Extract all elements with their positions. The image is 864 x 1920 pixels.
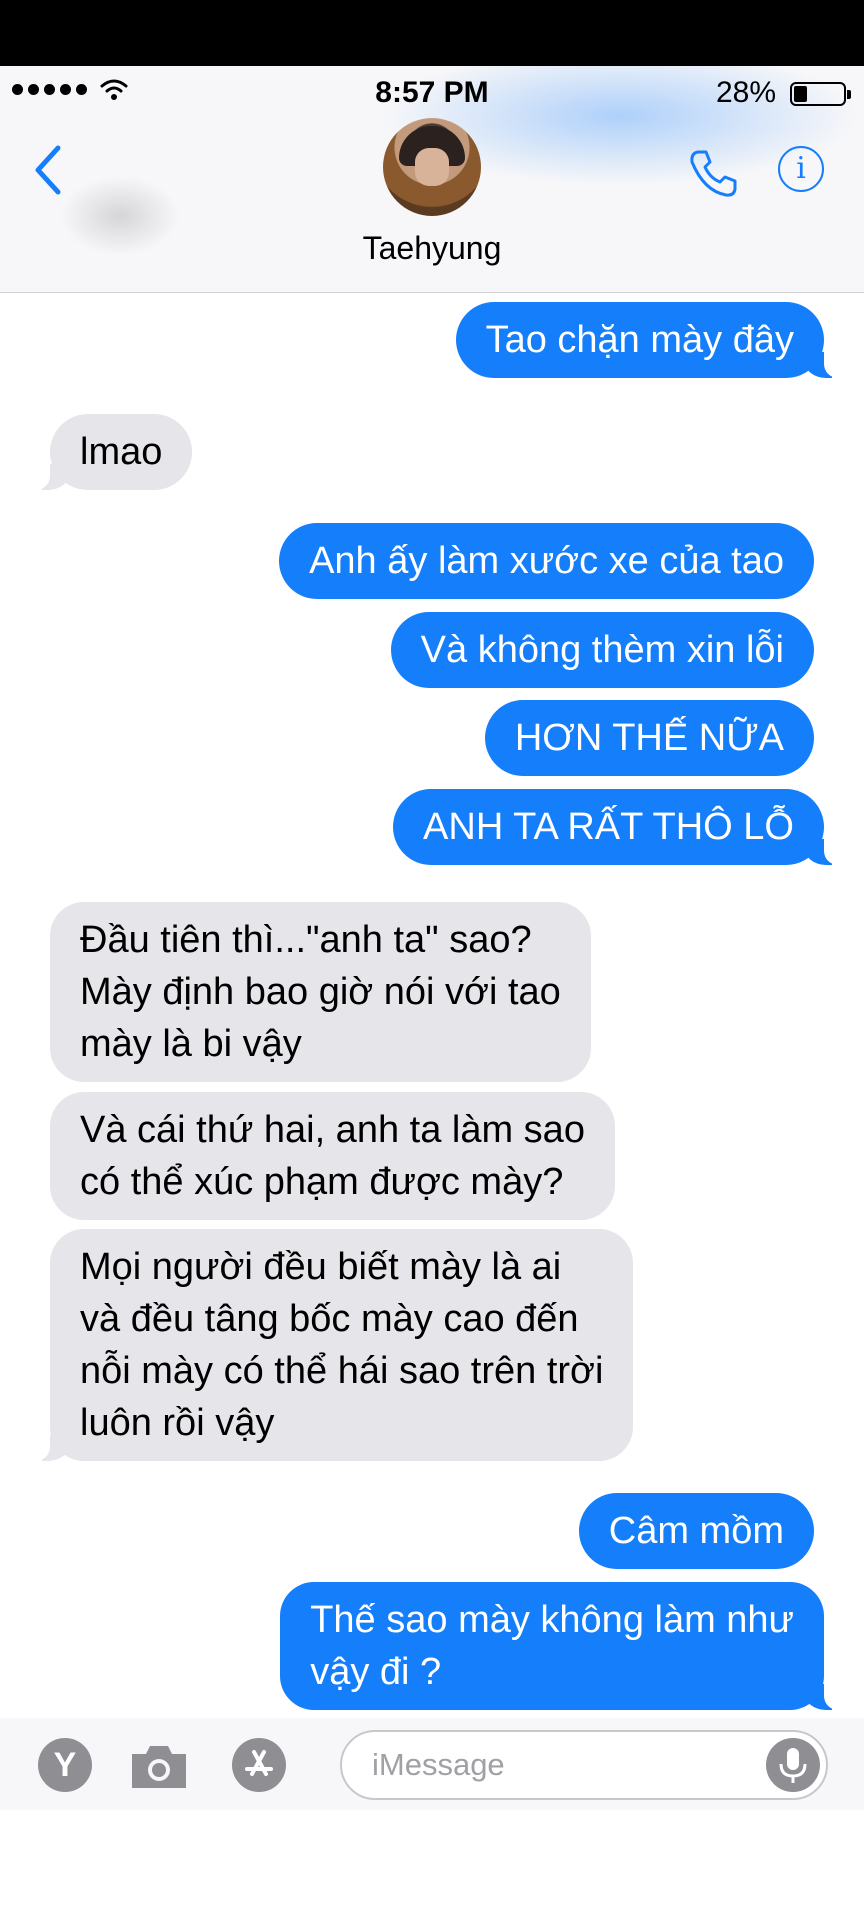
message-input[interactable]: iMessage — [340, 1730, 828, 1800]
message-bubble-received[interactable]: Đầu tiên thì..."anh ta" sao? Mày định ba… — [50, 902, 591, 1082]
message-text: Đầu tiên thì..."anh ta" sao? Mày định ba… — [80, 919, 561, 1065]
battery-icon — [790, 82, 851, 106]
message-bubble-sent[interactable]: ANH TA RẤT THÔ LỖ — [393, 789, 846, 865]
message-input-bar: Y iMessage — [0, 1718, 864, 1810]
top-black-bar — [0, 0, 864, 66]
message-bubble-received[interactable]: Và cái thứ hai, anh ta làm sao có thể xú… — [50, 1092, 615, 1220]
message-bubble-received[interactable]: lmao — [27, 414, 193, 490]
message-text: Thế sao mày không làm như vậy đi ? — [310, 1599, 794, 1693]
message-text: Mọi người đều biết mày là ai và đều tâng… — [80, 1246, 604, 1444]
message-text: ANH TA RẤT THÔ LỖ — [423, 806, 794, 848]
app-store-icon[interactable] — [232, 1738, 286, 1792]
message-text: Và không thèm xin lỗi — [420, 629, 784, 671]
message-bubble-sent[interactable]: Câm mồm — [578, 1493, 814, 1569]
message-input-placeholder: iMessage — [372, 1747, 505, 1782]
info-icon[interactable]: i — [778, 146, 824, 192]
phone-icon[interactable] — [686, 146, 740, 200]
message-text: Câm mồm — [608, 1510, 784, 1552]
message-text: Anh ấy làm xước xe của tao — [309, 540, 784, 582]
message-bubble-sent[interactable]: Tao chặn mày đây — [455, 302, 847, 378]
message-bubble-sent[interactable]: Anh ấy làm xước xe của tao — [279, 523, 814, 599]
message-bubble-received[interactable]: Mọi người đều biết mày là ai và đều tâng… — [27, 1229, 634, 1461]
chevron-left-icon[interactable] — [30, 144, 64, 196]
camera-icon[interactable] — [128, 1742, 190, 1792]
games-button[interactable]: Y — [38, 1738, 92, 1792]
message-bubble-sent[interactable]: Và không thèm xin lỗi — [390, 612, 814, 688]
message-text: HƠN THẾ NỮA — [514, 717, 784, 759]
contact-name[interactable]: Taehyung — [0, 230, 864, 267]
message-bubble-sent[interactable]: Thế sao mày không làm như vậy đi ? — [280, 1582, 846, 1710]
battery-percentage: 28% — [715, 76, 776, 109]
microphone-icon[interactable] — [766, 1738, 820, 1792]
message-bubble-sent[interactable]: HƠN THẾ NỮA — [484, 700, 814, 776]
contact-avatar[interactable] — [383, 118, 481, 216]
message-text: Tao chặn mày đây — [485, 319, 794, 361]
message-text: Và cái thứ hai, anh ta làm sao có thể xú… — [80, 1109, 585, 1203]
conversation-header: 8:57 PM 28% Taehyung i — [0, 66, 864, 293]
message-text: lmao — [80, 431, 163, 473]
